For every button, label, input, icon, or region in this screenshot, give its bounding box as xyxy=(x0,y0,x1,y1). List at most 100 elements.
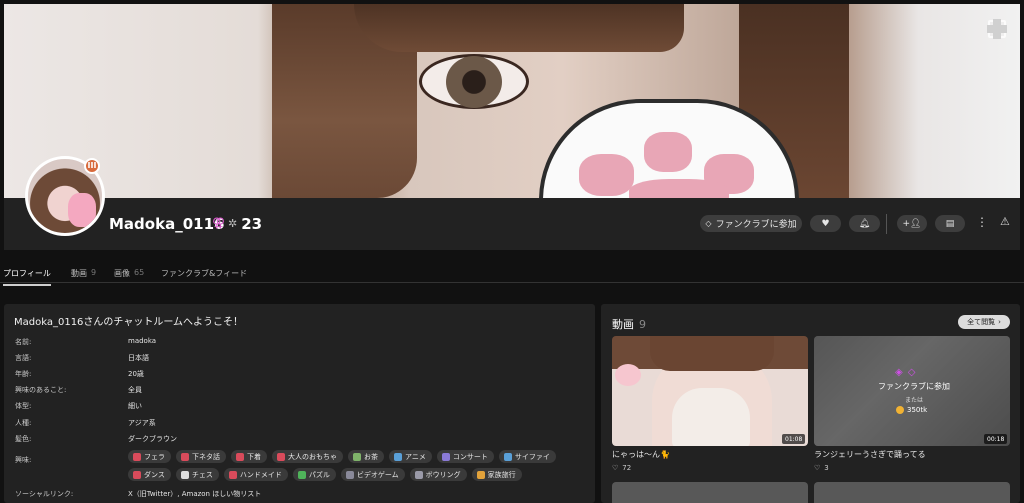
tag-label: サイファイ xyxy=(514,452,550,461)
pig-sticker xyxy=(615,364,641,386)
message-button[interactable]: ▤ xyxy=(935,215,965,232)
interest-tag[interactable]: フェラ xyxy=(128,450,171,463)
tag-icon xyxy=(394,452,402,461)
video-title[interactable]: にゃっは〜ん🐈 xyxy=(612,449,670,460)
video-thumbnail[interactable] xyxy=(612,482,808,503)
interest-tag[interactable]: アニメ xyxy=(389,450,432,463)
add-user-icon: +👤︎ xyxy=(902,218,922,229)
price-value: 350tk xyxy=(907,406,928,414)
interest-tag[interactable]: ハンドメイド xyxy=(223,468,288,481)
chat-icon: ▤ xyxy=(945,218,955,229)
detail-label: 人種: xyxy=(15,419,32,427)
video-title[interactable]: ランジェリーうさぎで踊ってる xyxy=(814,449,926,460)
tag-label: アニメ xyxy=(405,452,426,461)
view-all-button[interactable]: 全て閲覧 › xyxy=(958,315,1010,329)
tag-label: パズル xyxy=(308,470,330,479)
tab-label: ファンクラブ&フィード xyxy=(161,269,248,278)
detail-value: 20歳 xyxy=(128,370,144,378)
tab-count: 9 xyxy=(91,268,97,277)
interest-tag[interactable]: 大人のおもちゃ xyxy=(272,450,343,463)
video-duration: 01:08 xyxy=(782,434,806,444)
tab-videos[interactable]: 動画 9 xyxy=(71,268,96,279)
tag-icon xyxy=(297,470,306,479)
detail-label: 言語: xyxy=(15,354,32,362)
tag-icon xyxy=(353,452,361,461)
join-fanclub-label: ファンクラブに参加 xyxy=(715,220,797,230)
rank-badge: III xyxy=(84,158,100,174)
interest-tag[interactable]: ボウリング xyxy=(409,468,467,481)
diamond-icon: ◇ xyxy=(705,219,712,228)
video-thumbnail[interactable] xyxy=(612,336,808,446)
interest-tag[interactable]: 下着 xyxy=(231,450,267,463)
join-fanclub-button[interactable]: ◇ ファンクラブに参加 xyxy=(700,215,802,232)
paw-pad xyxy=(579,154,634,196)
thumbnail-photo-part xyxy=(650,336,774,371)
tag-label: ビデオゲーム xyxy=(356,470,399,479)
interest-tag[interactable]: お茶 xyxy=(348,450,384,463)
tag-label: ハンドメイド xyxy=(239,470,282,479)
tag-label: ダンス xyxy=(144,470,165,479)
interest-tag[interactable]: ダンス xyxy=(128,468,171,481)
notify-button[interactable]: 🔔︎ xyxy=(849,215,880,232)
interest-tag[interactable]: サイファイ xyxy=(498,450,556,463)
interest-tag[interactable]: コンサート xyxy=(436,450,494,463)
tag-label: 家族旅行 xyxy=(487,470,516,479)
detail-label: 体型: xyxy=(15,402,32,410)
token-icon xyxy=(896,406,904,414)
interest-tag[interactable]: 下ネタ話 xyxy=(176,450,226,463)
interest-tag[interactable]: 家族旅行 xyxy=(471,468,522,481)
tag-icon xyxy=(345,470,354,479)
paw-pad xyxy=(629,179,729,198)
tab-images[interactable]: 画像 65 xyxy=(114,268,144,279)
tab-fanclub-feed[interactable]: ファンクラブ&フィード xyxy=(161,268,247,279)
paw-pad xyxy=(644,132,692,172)
videos-title: 動画 xyxy=(612,318,634,331)
fullscreen-icon[interactable] xyxy=(987,19,1007,39)
tag-label: チェス xyxy=(191,470,213,479)
interest-tag[interactable]: チェス xyxy=(175,468,219,481)
video-thumbnail[interactable] xyxy=(814,482,1010,503)
interest-tag[interactable]: パズル xyxy=(292,468,336,481)
tab-label: 画像 xyxy=(114,269,130,278)
tag-icon xyxy=(414,470,423,479)
level-indicator: ✲ 23 xyxy=(228,214,262,233)
follow-button[interactable]: +👤︎ xyxy=(897,215,927,232)
tag-label: ボウリング xyxy=(425,470,461,479)
cover-banner xyxy=(4,4,1020,198)
interest-tag[interactable]: ビデオゲーム xyxy=(340,468,405,481)
report-icon[interactable]: ⚠ xyxy=(1000,215,1010,228)
more-icon[interactable]: ⋮ xyxy=(976,215,988,229)
tab-profile[interactable]: プロフィール xyxy=(3,268,51,286)
detail-value: アジア系 xyxy=(128,419,156,427)
likes-count: 72 xyxy=(622,464,632,472)
tab-count: 65 xyxy=(134,268,145,277)
username: Madoka_0116 xyxy=(109,215,225,233)
tag-label: 大人のおもちゃ xyxy=(288,452,337,461)
level-value: 23 xyxy=(241,214,263,233)
profile-tabs: プロフィール 動画 9 画像 65 ファンクラブ&フィード xyxy=(0,263,1024,286)
detail-value: ダークブラウン xyxy=(128,435,177,443)
tag-icon xyxy=(277,452,285,461)
detail-value: 細い xyxy=(128,402,142,410)
interest-tags: フェラ 下ネタ話 下着 大人のおもちゃ お茶 アニメ コンサート サイファイ ダ… xyxy=(128,450,588,481)
bell-icon: 🔔︎ xyxy=(858,218,871,229)
tag-label: お茶 xyxy=(364,452,378,461)
tag-label: コンサート xyxy=(452,452,488,461)
video-likes: ♡ 72 xyxy=(612,464,631,472)
social-links[interactable]: X（旧Twitter）, Amazon ほしい物リスト xyxy=(128,489,261,499)
or-label: または xyxy=(904,397,923,404)
tag-icon xyxy=(180,470,189,479)
welcome-heading: Madoka_0116さんのチャットルームへようこそ！ xyxy=(14,317,244,328)
tag-icon xyxy=(236,452,244,461)
detail-value: madoka xyxy=(128,337,157,345)
detail-label: 髪色: xyxy=(15,435,32,443)
favorite-button[interactable]: ♥ xyxy=(810,215,841,232)
tab-label: 動画 xyxy=(71,269,87,278)
tag-icon xyxy=(133,470,141,479)
detail-label: 名前: xyxy=(15,338,32,346)
divider xyxy=(886,214,887,234)
interests-label: 興味: xyxy=(15,456,32,464)
level-icon: ✲ xyxy=(228,217,238,230)
tag-label: 下着 xyxy=(247,452,261,461)
social-label: ソーシャルリンク: xyxy=(15,490,74,498)
